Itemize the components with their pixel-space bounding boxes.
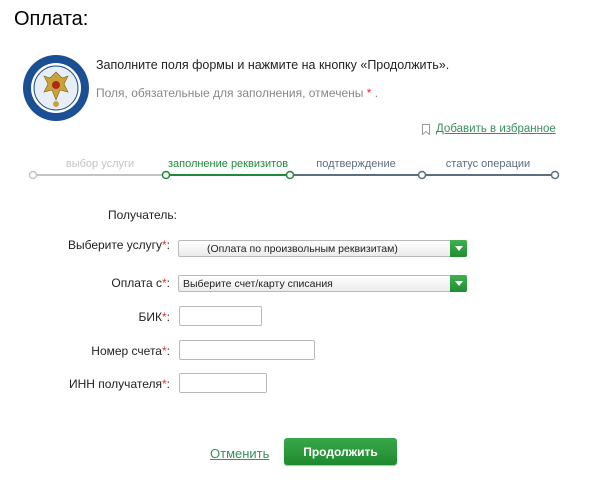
tax-service-emblem-icon (23, 55, 89, 121)
continue-button[interactable]: Продолжить (284, 438, 397, 465)
required-note-text: Поля, обязательные для заполнения, отмеч… (96, 86, 364, 100)
add-to-favorites-link[interactable]: Добавить в избранное (422, 123, 556, 135)
service-label: Выберите услугу*: (67, 238, 170, 252)
payment-from-select-value: Выберите счет/карту списания (183, 278, 333, 290)
required-star: * (366, 86, 372, 100)
page-title: Оплата: (14, 8, 89, 30)
payment-from-label: Оплата с*: (111, 276, 170, 290)
required-note-end: . (374, 86, 379, 100)
account-number-label: Номер счета*: (91, 344, 170, 358)
cancel-link[interactable]: Отменить (210, 446, 269, 461)
dropdown-arrow-icon[interactable] (450, 275, 467, 292)
bookmark-icon (422, 123, 430, 135)
progress-node-3 (417, 170, 427, 180)
progress-node-start (28, 170, 38, 180)
add-to-favorites-label: Добавить в избранное (436, 123, 556, 135)
intro-instruction: Заполните поля формы и нажмите на кнопку… (96, 58, 450, 72)
receiver-label: Получатель: (108, 208, 177, 222)
bik-label: БИК*: (138, 310, 170, 324)
progress-node-end (550, 170, 560, 180)
bik-input[interactable] (179, 306, 262, 326)
progress-node-2 (285, 170, 295, 180)
inn-label: ИНН получателя*: (68, 377, 170, 391)
inn-input[interactable] (179, 373, 267, 393)
service-select-value: (Оплата по произвольным реквизитам) (207, 243, 398, 255)
dropdown-arrow-icon[interactable] (450, 240, 467, 257)
step-progress-bar (28, 170, 560, 180)
account-number-input[interactable] (179, 340, 315, 360)
progress-node-1 (161, 170, 171, 180)
service-select[interactable]: (Оплата по произвольным реквизитам) (178, 240, 467, 257)
payment-from-select[interactable]: Выберите счет/карту списания (178, 275, 467, 292)
required-note: Поля, обязательные для заполнения, отмеч… (96, 86, 378, 100)
